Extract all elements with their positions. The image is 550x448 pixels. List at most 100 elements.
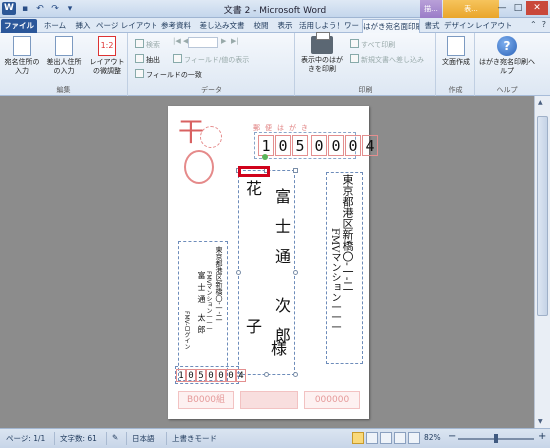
word-count[interactable]: 文字数: 61 <box>60 433 97 444</box>
tab-home[interactable]: ホーム <box>41 19 69 33</box>
scroll-down-icon[interactable]: ▼ <box>538 418 543 425</box>
zoom-out-button[interactable]: − <box>448 431 456 442</box>
sender-zip-digit: 0 <box>216 369 226 382</box>
context-group-table: 表... <box>443 0 499 18</box>
first-record-icon[interactable]: |◀ <box>173 37 181 45</box>
tab-mailings[interactable]: 差し込み文書 <box>196 19 248 33</box>
group-label-edit: 編集 <box>56 86 71 94</box>
scroll-thumb[interactable] <box>537 116 548 316</box>
group-label-data: データ <box>201 86 222 94</box>
group-label-help: ヘルプ <box>496 86 518 94</box>
group-label-create: 作成 <box>448 86 463 94</box>
layout-adjust-label: レイアウトの微調整 <box>89 58 125 75</box>
ribbon-group-print: 表示中のはがきを印刷 すべて印刷 新規文書へ差し込み 印刷 <box>296 32 436 96</box>
zip-digit: 0 <box>328 135 344 156</box>
web-layout-view-button[interactable] <box>380 432 392 444</box>
recipient-child-char: 子 <box>246 317 263 336</box>
resize-handle[interactable] <box>264 372 269 377</box>
sender-zip-digit: 1 <box>176 369 186 382</box>
sender-zip[interactable]: 1 0 5 0 0 0 4 <box>176 369 246 382</box>
recipient-address-label: 宛名住所の入力 <box>4 58 40 75</box>
doc-create-button[interactable]: 文面作成 <box>439 36 473 67</box>
resize-handle[interactable] <box>293 168 298 173</box>
recipient-address-button[interactable]: 宛名住所の入力 <box>4 36 40 76</box>
divider <box>106 432 107 445</box>
next-record-icon[interactable]: ▶ <box>221 37 226 45</box>
tab-format[interactable]: 書式 <box>421 19 443 33</box>
search-button[interactable]: 検索 <box>135 39 160 50</box>
title-bar: W ▪ ↶ ↷ ▾ 文書 2 - Microsoft Word 描... 表..… <box>0 0 550 18</box>
tab-references[interactable]: 参考資料 <box>158 19 194 33</box>
new-doc-merge-button[interactable]: 新規文書へ差し込み <box>350 54 424 65</box>
stamp-circle-icon <box>184 150 214 184</box>
help-icon[interactable]: ? <box>542 20 546 29</box>
print-all-button[interactable]: すべて印刷 <box>350 39 395 50</box>
scroll-up-icon[interactable]: ▲ <box>538 99 543 106</box>
print-layout-view-button[interactable] <box>352 432 364 444</box>
close-button[interactable]: ✕ <box>526 1 548 15</box>
zip-digit: 0 <box>275 135 291 156</box>
filter-icon <box>135 54 144 63</box>
field-match-button[interactable]: フィールドの一致 <box>135 69 202 80</box>
layout-adjust-button[interactable]: 1:2 レイアウトの微調整 <box>88 36 126 76</box>
window-controls: — □ ✕ <box>494 1 548 15</box>
last-record-icon[interactable]: ▶| <box>231 37 239 45</box>
recipient-first-char: 花 <box>246 179 263 198</box>
overtype-mode[interactable]: 上書きモード <box>172 433 217 444</box>
print-all-icon <box>350 39 359 48</box>
extract-button[interactable]: 抽出 <box>135 54 160 65</box>
vertical-scrollbar[interactable]: ▲ ▼ <box>534 96 550 428</box>
proofing-icon[interactable]: ✎ <box>112 433 118 442</box>
tab-review[interactable]: 校閲 <box>250 19 272 33</box>
sender-zip-digit: 0 <box>186 369 196 382</box>
field-show-icon <box>173 54 182 63</box>
recipient-zip[interactable]: 1 0 5 0 0 0 4 <box>258 135 378 156</box>
minimize-ribbon-icon[interactable]: ⌃ <box>530 20 537 29</box>
draft-view-button[interactable] <box>408 432 420 444</box>
page-count[interactable]: ページ: 1/1 <box>6 433 45 444</box>
divider <box>54 432 55 445</box>
sender-zip-digit: 0 <box>226 369 236 382</box>
zoom-in-button[interactable]: + <box>538 431 546 442</box>
minimize-button[interactable]: — <box>494 1 510 15</box>
full-screen-view-button[interactable] <box>366 432 378 444</box>
ribbon-tab-bar: ファイル ホーム 挿入 ページ レイアウト 参考資料 差し込み文書 校閲 表示 … <box>0 18 550 33</box>
zip-digit: 0 <box>345 135 361 156</box>
tab-postcard[interactable]: はがき宛名面印刷 <box>362 19 420 33</box>
tab-addins[interactable]: 活用しよう！ワー <box>298 19 360 33</box>
rotate-handle[interactable] <box>262 154 268 160</box>
sender-zip-digit: 0 <box>206 369 216 382</box>
divider <box>166 432 167 445</box>
print-postcard-button[interactable]: 表示中のはがきを印刷 <box>300 32 344 74</box>
outline-view-button[interactable] <box>394 432 406 444</box>
postcard-page[interactable]: 干 郵便はがき 1 0 5 0 0 0 4 花 富士通 次郎 子 様 東京都港区… <box>168 106 378 419</box>
tab-layout[interactable]: レイアウト <box>475 19 511 33</box>
language-indicator[interactable]: 日本語 <box>132 433 155 444</box>
zoom-level[interactable]: 82% <box>424 433 441 442</box>
sender-address-button[interactable]: 差出人住所の入力 <box>44 36 84 76</box>
sender-zip-digit: 5 <box>196 369 206 382</box>
status-bar: ページ: 1/1 文字数: 61 ✎ 日本語 上書きモード 82% − + <box>0 428 550 448</box>
field-show-button[interactable]: フィールド/値の表示 <box>173 54 249 65</box>
zoom-slider-thumb[interactable] <box>494 434 498 443</box>
tab-page-layout[interactable]: ページ レイアウト <box>96 19 156 33</box>
ribbon-group-create: 文面作成 作成 <box>437 33 475 96</box>
recipient-address-icon <box>13 36 31 56</box>
lottery-group-box: B0000組 <box>178 391 234 409</box>
lottery-logo <box>240 391 298 409</box>
help-circle-icon: ? <box>497 36 517 56</box>
tab-insert[interactable]: 挿入 <box>72 19 94 33</box>
resize-handle[interactable] <box>236 270 241 275</box>
resize-handle[interactable] <box>293 270 298 275</box>
stamp-area: 干 <box>178 120 222 202</box>
maximize-button[interactable]: □ <box>510 1 526 15</box>
doc-create-label: 文面作成 <box>442 58 470 66</box>
postcard-help-button[interactable]: ? はがき宛名印刷ヘルプ <box>478 36 536 76</box>
tab-design[interactable]: デザイン <box>444 19 474 33</box>
record-number-input[interactable] <box>188 37 218 48</box>
resize-handle[interactable] <box>293 372 298 377</box>
recipient-name: 富士通 次郎 <box>272 188 291 358</box>
field-match-icon <box>135 69 144 78</box>
tab-view[interactable]: 表示 <box>274 19 296 33</box>
tab-file[interactable]: ファイル <box>1 19 37 33</box>
